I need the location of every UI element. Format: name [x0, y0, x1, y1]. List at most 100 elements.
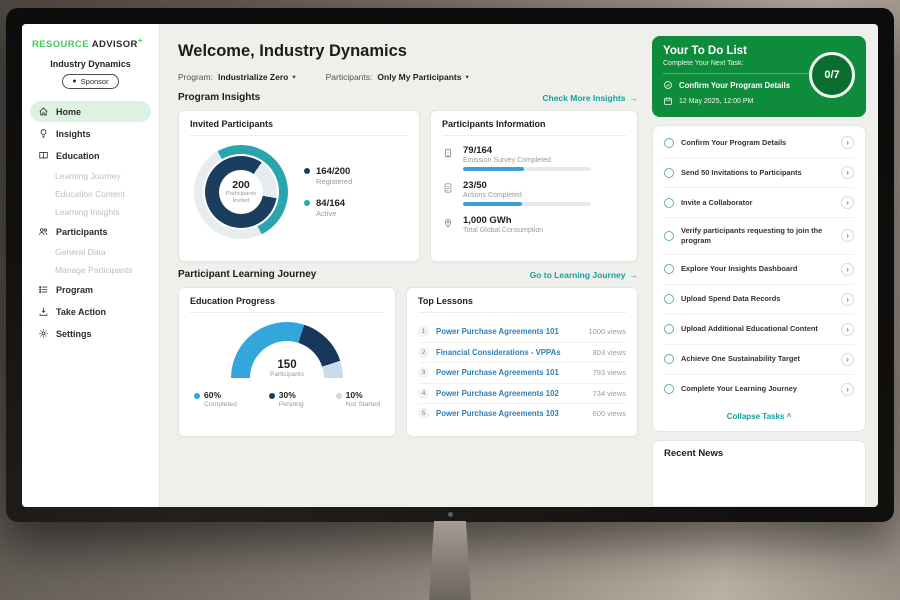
- legend-label: Registered: [316, 177, 352, 186]
- go-to-learning-journey-link[interactable]: Go to Learning Journey →: [530, 270, 638, 280]
- lesson-row[interactable]: 3 Power Purchase Agreements 101 793 view…: [418, 363, 626, 384]
- link-label: Check More Insights: [542, 93, 625, 103]
- download-tray-icon: [37, 306, 49, 318]
- chevron-right-icon[interactable]: ›: [841, 383, 854, 396]
- task-label: Upload Additional Educational Content: [681, 324, 834, 334]
- sidebar-item-label: Program: [56, 285, 93, 295]
- task-row[interactable]: Upload Additional Educational Content ›: [664, 315, 854, 345]
- task-row[interactable]: Upload Spend Data Records ›: [664, 285, 854, 315]
- org-name: Industry Dynamics: [30, 59, 151, 69]
- stat-value: 79/164: [463, 145, 591, 156]
- chevron-right-icon[interactable]: ›: [841, 196, 854, 209]
- chevron-right-icon[interactable]: ›: [841, 229, 854, 242]
- sidebar-item-label: Learning Insights: [55, 207, 120, 217]
- invited-legend: 164/200 Registered 84/164 Active: [304, 166, 352, 219]
- lesson-row[interactable]: 2 Financial Considerations - VPPAs 803 v…: [418, 343, 626, 364]
- task-checkbox[interactable]: [664, 168, 674, 178]
- lesson-link[interactable]: Financial Considerations - VPPAs: [436, 348, 586, 357]
- check-more-insights-link[interactable]: Check More Insights →: [542, 93, 638, 103]
- sidebar-item-home[interactable]: Home: [30, 101, 151, 122]
- todo-next-task[interactable]: Confirm Your Program Details: [663, 73, 813, 91]
- sidebar-item-education-content[interactable]: Education Content: [30, 185, 151, 202]
- task-label: Invite a Collaborator: [681, 198, 834, 208]
- chevron-right-icon[interactable]: ›: [841, 353, 854, 366]
- people-icon: [37, 226, 49, 238]
- sidebar-item-education[interactable]: Education: [30, 145, 151, 166]
- task-row[interactable]: Invite a Collaborator ›: [664, 188, 854, 218]
- legend-active: 84/164 Active: [304, 198, 352, 218]
- sidebar-item-label: Settings: [56, 329, 92, 339]
- lesson-row[interactable]: 1 Power Purchase Agreements 101 1000 vie…: [418, 322, 626, 343]
- lesson-link[interactable]: Power Purchase Agreements 101: [436, 327, 581, 336]
- collapse-tasks-link[interactable]: Collapse Tasks ^: [664, 404, 854, 429]
- task-checkbox[interactable]: [664, 138, 674, 148]
- chevron-right-icon[interactable]: ›: [841, 293, 854, 306]
- task-row[interactable]: Complete Your Learning Journey ›: [664, 375, 854, 404]
- calendar-icon: [663, 96, 674, 107]
- chevron-right-icon[interactable]: ›: [841, 263, 854, 276]
- page-title: Welcome, Industry Dynamics: [178, 42, 638, 61]
- todo-progress-value: 0/7: [824, 69, 839, 81]
- lesson-link[interactable]: Power Purchase Agreements 103: [436, 409, 586, 418]
- lesson-rank: 4: [418, 388, 429, 399]
- task-checkbox[interactable]: [664, 384, 674, 394]
- todo-panel: Your To Do List Complete Your Next Task:…: [652, 24, 878, 507]
- donut-center-value: 200: [232, 179, 250, 191]
- todo-summary-card: Your To Do List Complete Your Next Task:…: [652, 36, 866, 117]
- lesson-views: 600 views: [593, 409, 626, 418]
- participants-dropdown[interactable]: Participants: Only My Participants ▾: [326, 72, 469, 82]
- arrow-right-icon: →: [630, 270, 639, 280]
- sidebar-nav: Home Insights Education Learning Journey…: [30, 101, 151, 344]
- sidebar-item-participants[interactable]: Participants: [30, 221, 151, 242]
- todo-next-task-label: Confirm Your Program Details: [679, 81, 790, 90]
- task-checkbox[interactable]: [664, 264, 674, 274]
- lesson-link[interactable]: Power Purchase Agreements 101: [436, 368, 586, 377]
- sidebar-item-insights[interactable]: Insights: [30, 123, 151, 144]
- location-pin-icon: [442, 216, 455, 229]
- sidebar-item-learning-insights[interactable]: Learning Insights: [30, 203, 151, 220]
- sponsor-badge[interactable]: ● Sponsor: [62, 74, 118, 89]
- task-checkbox[interactable]: [664, 324, 674, 334]
- building-icon: [442, 146, 455, 159]
- sidebar-item-learning-journey[interactable]: Learning Journey: [30, 167, 151, 184]
- sidebar-item-general-data[interactable]: General Data: [30, 243, 151, 260]
- task-checkbox[interactable]: [664, 198, 674, 208]
- top-lessons-card: Top Lessons 1 Power Purchase Agreements …: [406, 287, 638, 437]
- sidebar-item-take-action[interactable]: Take Action: [30, 301, 151, 322]
- task-checkbox[interactable]: [664, 354, 674, 364]
- chevron-right-icon[interactable]: ›: [841, 166, 854, 179]
- stat-value: 23/50: [463, 180, 591, 191]
- lesson-link[interactable]: Power Purchase Agreements 102: [436, 389, 586, 398]
- task-row[interactable]: Send 50 Invitations to Participants ›: [664, 158, 854, 188]
- legend-value: 30%: [279, 390, 296, 400]
- lesson-row[interactable]: 4 Power Purchase Agreements 102 734 view…: [418, 384, 626, 405]
- task-row[interactable]: Verify participants requesting to join t…: [664, 218, 854, 255]
- monitor-bezel: RESOURCE ADVISOR+ Industry Dynamics ● Sp…: [6, 8, 894, 522]
- dashboard-screen: RESOURCE ADVISOR+ Industry Dynamics ● Sp…: [22, 24, 878, 507]
- program-dropdown-label: Program:: [178, 72, 213, 82]
- sidebar-item-settings[interactable]: Settings: [30, 323, 151, 344]
- task-checkbox[interactable]: [664, 294, 674, 304]
- legend-pending: 30% Pending: [269, 390, 304, 408]
- chevron-right-icon[interactable]: ›: [841, 136, 854, 149]
- main-content: Welcome, Industry Dynamics Program: Indu…: [160, 24, 652, 507]
- task-label: Explore Your Insights Dashboard: [681, 264, 834, 274]
- stat-global-consumption: 1,000 GWh Total Global Consumption: [442, 215, 626, 237]
- sidebar-item-program[interactable]: Program: [30, 279, 151, 300]
- card-title: Invited Participants: [190, 119, 408, 136]
- donut-center-label: Participants Invited: [222, 191, 260, 205]
- legend-value: 84/164: [316, 198, 345, 209]
- task-row[interactable]: Confirm Your Program Details ›: [664, 128, 854, 158]
- program-dropdown[interactable]: Program: Industrialize Zero ▾: [178, 72, 296, 82]
- task-checkbox[interactable]: [664, 231, 674, 241]
- stat-emission-survey: 79/164 Emission Survey Completed: [442, 145, 626, 171]
- lesson-row[interactable]: 5 Power Purchase Agreements 103 600 view…: [418, 404, 626, 424]
- task-row[interactable]: Explore Your Insights Dashboard ›: [664, 255, 854, 285]
- task-row[interactable]: Achieve One Sustainability Target ›: [664, 345, 854, 375]
- card-title: Participants Information: [442, 119, 626, 136]
- task-label: Confirm Your Program Details: [681, 138, 834, 148]
- invited-participants-card: Invited Participants 200 Participants In…: [178, 110, 420, 262]
- chevron-down-icon: ▾: [292, 73, 295, 81]
- chevron-right-icon[interactable]: ›: [841, 323, 854, 336]
- sidebar-item-manage-participants[interactable]: Manage Participants: [30, 261, 151, 278]
